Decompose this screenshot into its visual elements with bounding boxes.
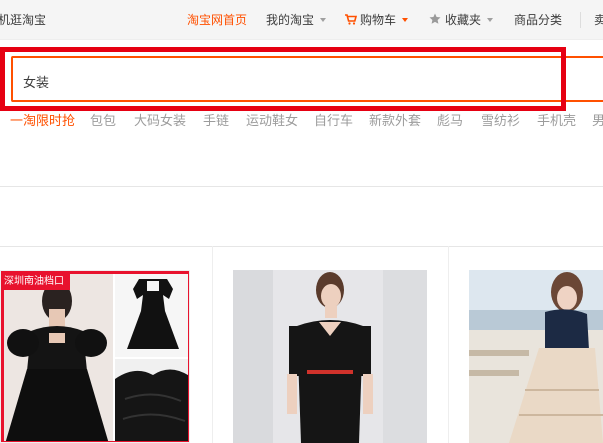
top-nav-bar: 机逛淘宝 淘宝网首页 我的淘宝 购物车 收藏夹 商品分类 卖 (0, 0, 603, 40)
shop-badge: 深圳南油档口 (1, 274, 70, 290)
favorites-menu[interactable]: 收藏夹 (429, 13, 494, 27)
hotword-link[interactable]: 包包 (90, 110, 116, 129)
chevron-down-icon (487, 18, 494, 22)
my-taobao-menu[interactable]: 我的淘宝 (266, 13, 327, 27)
star-icon (429, 13, 441, 24)
grid-divider (212, 246, 213, 443)
cart-menu[interactable]: 购物车 (345, 13, 409, 27)
search-highlight-box (0, 47, 566, 111)
hotword-link[interactable]: 手机壳 (537, 110, 576, 129)
seller-center-link[interactable]: 卖 (594, 13, 603, 27)
mobile-taobao-link[interactable]: 机逛淘宝 (0, 13, 46, 27)
hotword-link[interactable]: 运动鞋女 (246, 110, 298, 129)
taobao-home-link[interactable]: 淘宝网首页 (187, 13, 247, 27)
hotword-link[interactable]: 男 (592, 110, 603, 129)
cart-label: 购物车 (360, 13, 397, 27)
hotword-link[interactable]: 大码女装 (134, 110, 186, 129)
chevron-down-icon (320, 18, 327, 22)
product-categories-link[interactable]: 商品分类 (514, 13, 562, 27)
nav-divider (580, 12, 581, 28)
product-card-image[interactable]: 深圳南油档口 (0, 270, 190, 443)
product-card-image[interactable] (469, 270, 603, 443)
chevron-down-icon (402, 18, 409, 22)
product-card-image[interactable] (233, 270, 427, 443)
divider (0, 246, 603, 247)
hotword-link[interactable]: 彪马 (437, 110, 463, 129)
my-taobao-label: 我的淘宝 (266, 13, 315, 27)
grid-divider (448, 246, 449, 443)
product-frame (1, 271, 189, 442)
favorites-label: 收藏夹 (445, 13, 482, 27)
hotword-link[interactable]: 手链 (203, 110, 229, 129)
cart-icon (345, 14, 358, 25)
hotword-link[interactable]: 自行车 (314, 110, 353, 129)
divider (0, 186, 603, 187)
hotword-link[interactable]: 雪纺衫 (481, 110, 520, 129)
hotword-link[interactable]: 一淘限时抢 (10, 110, 75, 129)
hotword-link[interactable]: 新款外套 (369, 110, 421, 129)
